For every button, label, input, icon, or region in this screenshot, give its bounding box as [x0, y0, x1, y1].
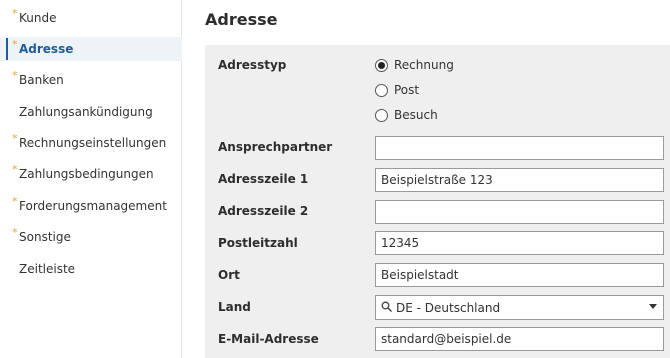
sidebar-item-label: Kunde: [19, 11, 57, 25]
address-line-1-input[interactable]: [375, 168, 664, 192]
country-select-value: DE - Deutschland: [396, 300, 501, 315]
address-line-2-input[interactable]: [375, 200, 664, 224]
radio-label: Rechnung: [394, 58, 454, 72]
radio-button[interactable]: [375, 108, 388, 122]
radio-rechnung[interactable]: Rechnung: [375, 58, 454, 72]
country-select[interactable]: DE - Deutschland: [375, 295, 664, 320]
required-marker: *: [12, 132, 18, 145]
radio-post[interactable]: Post: [375, 83, 419, 97]
sidebar-item-label: Rechnungseinstellungen: [19, 136, 167, 150]
required-marker: *: [12, 7, 18, 20]
sidebar-item-zeitleiste[interactable]: Zeitleiste: [0, 257, 182, 281]
sidebar-item-rechnungseinstellungen[interactable]: * Rechnungseinstellungen: [0, 131, 182, 155]
required-marker: *: [12, 163, 18, 176]
sidebar-item-kunde[interactable]: * Kunde: [0, 6, 182, 30]
sidebar-item-label: Zahlungsbedingungen: [19, 167, 154, 181]
address-line-2-label: Adresszeile 2: [218, 204, 309, 218]
contact-person-label: Ansprechpartner: [218, 140, 333, 154]
country-label: Land: [218, 300, 251, 314]
address-type-label: Adresstyp: [218, 58, 287, 72]
required-marker: *: [12, 69, 18, 82]
radio-button[interactable]: [375, 83, 388, 97]
sidebar-item-label: Forderungsmanagement: [19, 199, 167, 213]
sidebar-item-label: Banken: [19, 73, 64, 87]
sidebar-item-label: Sonstige: [19, 230, 71, 244]
sidebar-item-zahlungsankuendigung[interactable]: Zahlungsankündigung: [0, 100, 182, 124]
search-icon: [381, 301, 392, 315]
radio-label: Besuch: [394, 108, 438, 122]
city-input[interactable]: [375, 263, 664, 287]
sidebar-item-label: Zeitleiste: [19, 262, 76, 276]
radio-label: Post: [394, 83, 420, 97]
contact-person-input[interactable]: [375, 136, 664, 160]
city-label: Ort: [218, 268, 240, 282]
sidebar-item-zahlungsbedingungen[interactable]: * Zahlungsbedingungen: [0, 162, 182, 186]
email-label: E-Mail-Adresse: [218, 332, 319, 346]
page-title: Adresse: [205, 10, 278, 29]
required-marker: *: [12, 226, 18, 239]
sidebar-item-adresse[interactable]: * Adresse: [0, 37, 182, 61]
sidebar-item-label: Zahlungsankündigung: [19, 105, 153, 119]
chevron-down-icon[interactable]: [649, 304, 657, 309]
sidebar: * Kunde * Adresse * Banken Zahlungsankün…: [0, 0, 182, 358]
sidebar-item-banken[interactable]: * Banken: [0, 68, 182, 92]
radio-besuch[interactable]: Besuch: [375, 108, 438, 122]
active-indicator: [6, 38, 8, 60]
postal-code-label: Postleitzahl: [218, 236, 298, 250]
required-marker: *: [12, 195, 18, 208]
sidebar-item-sonstige[interactable]: * Sonstige: [0, 225, 182, 249]
email-input[interactable]: [375, 327, 664, 351]
radio-button[interactable]: [375, 58, 388, 72]
sidebar-item-forderungsmanagement[interactable]: * Forderungsmanagement: [0, 194, 182, 218]
address-line-1-label: Adresszeile 1: [218, 172, 309, 186]
sidebar-item-label: Adresse: [19, 42, 74, 56]
required-marker: *: [12, 38, 18, 51]
postal-code-input[interactable]: [375, 231, 664, 255]
